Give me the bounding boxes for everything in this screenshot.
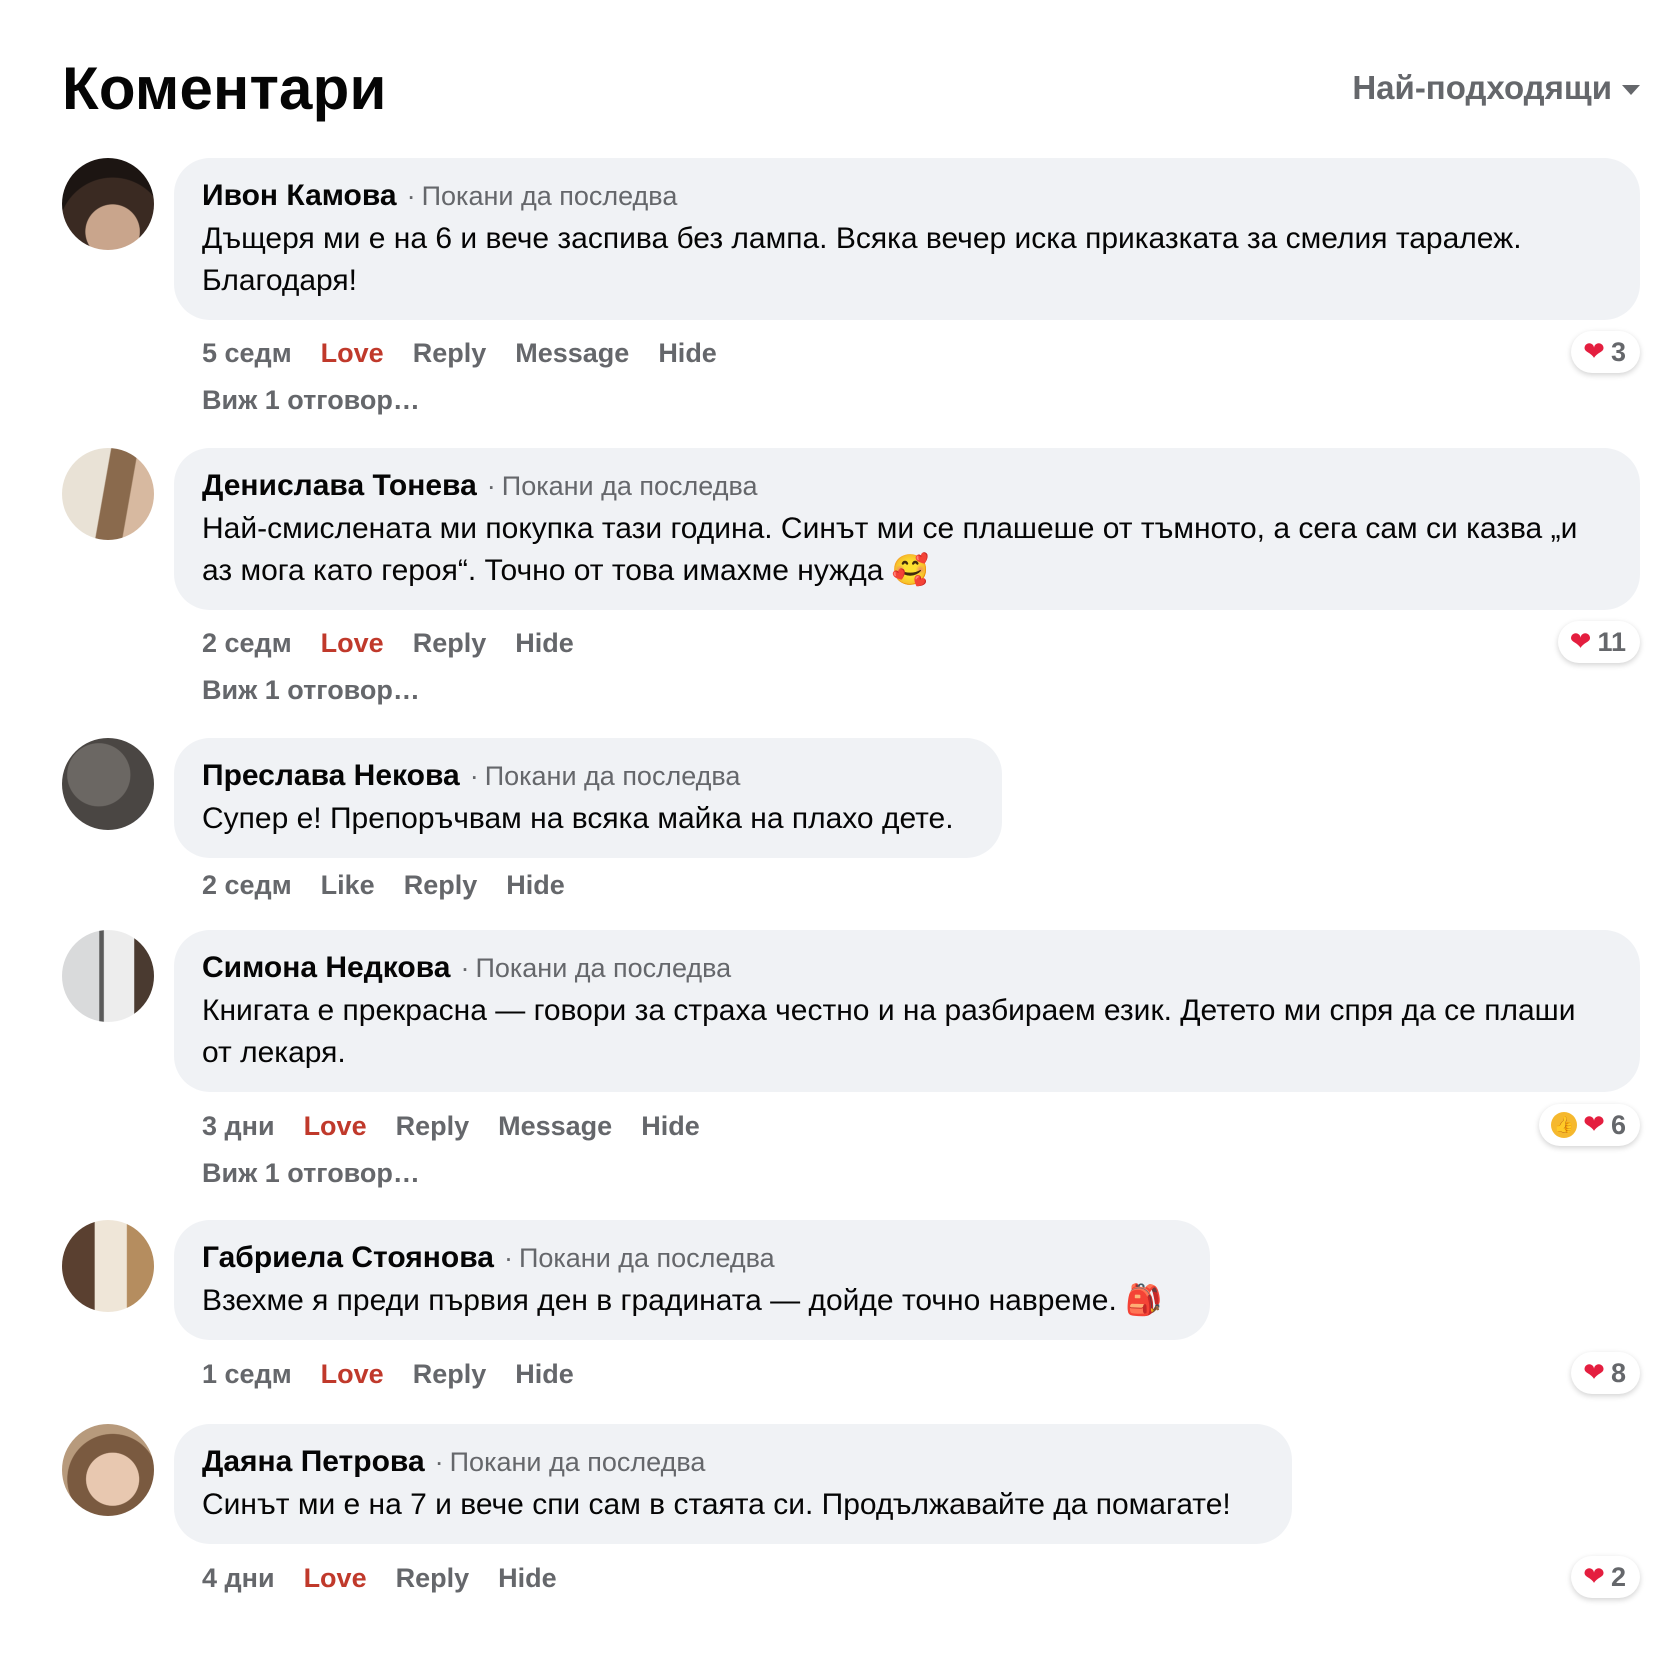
love-button[interactable]: Love xyxy=(304,1563,367,1594)
comment-author[interactable]: Преслава Некова xyxy=(202,758,460,794)
comment-actions: 3 дни Love Reply Message Hide xyxy=(202,1106,729,1146)
thumbs-up-icon: 👍 xyxy=(1551,1112,1578,1138)
comment-text: Най-смислената ми покупка тази година. С… xyxy=(202,512,1578,588)
comment-bubble: Даяна Петрова · Покани да последва Синът… xyxy=(174,1424,1292,1544)
reaction-count: 6 xyxy=(1610,1109,1626,1140)
comment-timestamp: 2 седм xyxy=(202,627,292,658)
comment-text: Взехме я преди първия ден в градината — … xyxy=(202,1283,1163,1318)
comment-bubble: Денислава Тонева · Покани да последва На… xyxy=(174,448,1640,610)
reply-button[interactable]: Reply xyxy=(413,338,487,369)
chevron-down-icon xyxy=(1622,85,1640,95)
reaction-badge[interactable]: ❤ 2 xyxy=(1571,1556,1640,1598)
comment-actions: 2 седм Like Reply Hide xyxy=(202,865,594,905)
backpack-icon: 🎒 xyxy=(1125,1283,1163,1318)
comment-actions: 5 седм Love Reply Message Hide xyxy=(202,333,746,373)
hide-button[interactable]: Hide xyxy=(641,1111,700,1142)
reply-button[interactable]: Reply xyxy=(396,1563,470,1594)
view-replies-link[interactable]: Виж 1 отговор… xyxy=(202,1158,420,1189)
invite-to-follow-link[interactable]: Покани да последва xyxy=(422,178,678,214)
avatar[interactable] xyxy=(62,158,154,250)
comment-timestamp: 3 дни xyxy=(202,1110,275,1141)
reaction-badge[interactable]: 👍 ❤ 6 xyxy=(1539,1104,1640,1146)
reaction-badge[interactable]: ❤ 8 xyxy=(1571,1352,1640,1394)
sort-dropdown[interactable]: Най-подходящи xyxy=(1352,69,1640,107)
reaction-badge[interactable]: ❤ 11 xyxy=(1557,621,1640,663)
love-button[interactable]: Love xyxy=(321,1359,384,1390)
reply-button[interactable]: Reply xyxy=(396,1111,470,1142)
hide-button[interactable]: Hide xyxy=(506,870,565,901)
hide-button[interactable]: Hide xyxy=(498,1563,557,1594)
reaction-count: 11 xyxy=(1597,626,1626,657)
reply-button[interactable]: Reply xyxy=(413,1359,487,1390)
comment-timestamp: 5 седм xyxy=(202,337,292,368)
invite-to-follow-link[interactable]: Покани да последва xyxy=(519,1240,775,1276)
sort-label: Най-подходящи xyxy=(1352,69,1612,106)
avatar[interactable] xyxy=(62,448,154,540)
heart-icon: ❤ xyxy=(1583,1358,1605,1388)
view-replies-link[interactable]: Виж 1 отговор… xyxy=(202,675,420,706)
love-button[interactable]: Love xyxy=(321,338,384,369)
page-title: Коментари xyxy=(62,54,387,122)
comment-actions: 1 седм Love Reply Hide xyxy=(202,1354,603,1394)
comment-author[interactable]: Ивон Камова xyxy=(202,178,397,214)
comment-actions: 2 седм Love Reply Hide xyxy=(202,623,603,663)
invite-to-follow-link[interactable]: Покани да последва xyxy=(475,950,731,986)
message-button[interactable]: Message xyxy=(498,1111,612,1142)
heart-icon: ❤ xyxy=(1583,1562,1605,1592)
avatar[interactable] xyxy=(62,1220,154,1312)
invite-to-follow-link[interactable]: Покани да последва xyxy=(485,758,741,794)
love-button[interactable]: Love xyxy=(321,628,384,659)
heart-icon: ❤ xyxy=(1583,1110,1605,1140)
comment-text: Дъщеря ми е на 6 и вече заспива без ламп… xyxy=(202,222,1522,297)
invite-to-follow-link[interactable]: Покани да последва xyxy=(450,1444,706,1480)
hide-button[interactable]: Hide xyxy=(515,628,574,659)
comment-author[interactable]: Габриела Стоянова xyxy=(202,1240,494,1276)
comment-bubble: Симона Недкова · Покани да последва Книг… xyxy=(174,930,1640,1092)
comment-bubble: Ивон Камова · Покани да последва Дъщеря … xyxy=(174,158,1640,320)
hide-button[interactable]: Hide xyxy=(515,1359,574,1390)
reply-button[interactable]: Reply xyxy=(413,628,487,659)
hide-button[interactable]: Hide xyxy=(658,338,717,369)
comment-author[interactable]: Симона Недкова xyxy=(202,950,450,986)
like-button[interactable]: Like xyxy=(321,870,375,901)
avatar[interactable] xyxy=(62,1424,154,1516)
comment-bubble: Габриела Стоянова · Покани да последва В… xyxy=(174,1220,1210,1340)
comment-actions: 4 дни Love Reply Hide xyxy=(202,1558,586,1598)
smiling-face-with-hearts-icon: 🥰 xyxy=(891,553,930,588)
comment-bubble: Преслава Некова · Покани да последва Суп… xyxy=(174,738,1002,858)
avatar[interactable] xyxy=(62,930,154,1022)
reaction-count: 3 xyxy=(1610,336,1626,367)
heart-icon: ❤ xyxy=(1583,337,1605,367)
comment-timestamp: 4 дни xyxy=(202,1562,275,1593)
heart-icon: ❤ xyxy=(1569,627,1592,657)
comment-author[interactable]: Даяна Петрова xyxy=(202,1444,425,1480)
comment-text: Синът ми е на 7 и вече спи сам в стаята … xyxy=(202,1488,1231,1521)
comments-section: Коментари Най-подходящи Ивон Камова · По… xyxy=(0,0,1680,1676)
reaction-count: 8 xyxy=(1610,1357,1626,1388)
invite-to-follow-link[interactable]: Покани да последва xyxy=(502,468,758,504)
comment-text: Супер е! Препоръчвам на всяка майка на п… xyxy=(202,802,954,835)
comment-text: Книгата е прекрасна — говори за страха ч… xyxy=(202,994,1576,1069)
reaction-count: 2 xyxy=(1610,1561,1626,1592)
reaction-badge[interactable]: ❤ 3 xyxy=(1571,331,1640,373)
love-button[interactable]: Love xyxy=(304,1111,367,1142)
message-button[interactable]: Message xyxy=(515,338,629,369)
avatar[interactable] xyxy=(62,738,154,830)
comment-timestamp: 2 седм xyxy=(202,869,292,900)
comment-author[interactable]: Денислава Тонева xyxy=(202,468,477,504)
reply-button[interactable]: Reply xyxy=(404,870,478,901)
view-replies-link[interactable]: Виж 1 отговор… xyxy=(202,385,420,416)
comments-header: Коментари Най-подходящи xyxy=(62,48,1640,128)
comment-timestamp: 1 седм xyxy=(202,1358,292,1389)
